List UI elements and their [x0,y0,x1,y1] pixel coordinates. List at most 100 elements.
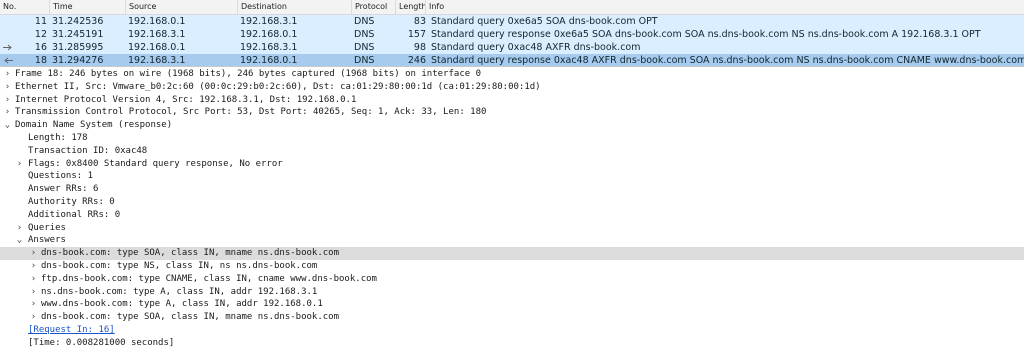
wireshark-window: No. Time Source Destination Protocol Len… [0,0,1024,354]
chevron-right-icon[interactable]: › [29,273,38,286]
tree-node-dns-length[interactable]: Length: 178 [0,132,1024,145]
tree-node-frame[interactable]: › Frame 18: 246 bytes on wire (1968 bits… [0,68,1024,81]
column-header-protocol[interactable]: Protocol [352,0,396,14]
chevron-right-icon[interactable]: › [15,222,24,235]
column-header-source[interactable]: Source [126,0,238,14]
tree-node-ethernet[interactable]: › Ethernet II, Src: Vmware_b0:2c:60 (00:… [0,81,1024,94]
tree-node-answer[interactable]: › www.dns-book.com: type A, class IN, ad… [0,298,1024,311]
tree-node-authority-rrs[interactable]: Authority RRs: 0 [0,196,1024,209]
column-header-no[interactable]: No. [0,0,50,14]
tree-node-answers[interactable]: ⌄ Answers [0,234,1024,247]
packet-length: 157 [407,29,426,40]
tree-node-label: Internet Protocol Version 4, Src: 192.16… [15,94,357,105]
packet-no: 11 [34,16,47,27]
packet-destination: 192.168.3.1 [240,16,298,27]
column-header-time[interactable]: Time [50,0,126,14]
packet-list: No. Time Source Destination Protocol Len… [0,0,1024,67]
chevron-right-icon[interactable]: › [29,286,38,299]
tree-node-queries[interactable]: › Queries [0,222,1024,235]
column-header-length[interactable]: Length [396,0,426,14]
tree-node-label: Transmission Control Protocol, Src Port:… [15,107,487,118]
chevron-right-icon[interactable]: › [29,247,38,260]
tree-node-answer[interactable]: › dns-book.com: type SOA, class IN, mnam… [0,247,1024,260]
tree-node-label: Transaction ID: 0xac48 [28,145,148,156]
chevron-right-icon[interactable]: › [3,81,12,94]
request-in-link[interactable]: [Request In: 16] [28,324,115,337]
tree-node-label: Ethernet II, Src: Vmware_b0:2c:60 (00:0c… [15,81,541,92]
packet-destination: 192.168.0.1 [240,55,298,66]
packet-info: Standard query response 0xe6a5 SOA dns-b… [431,29,981,40]
chevron-down-icon[interactable]: ⌄ [3,119,12,132]
packet-source: 192.168.0.1 [128,16,186,27]
tree-node-label: Answer RRs: 6 [28,184,99,195]
chevron-right-icon[interactable]: › [29,260,38,273]
tree-node-answer[interactable]: › ns.dns-book.com: type A, class IN, add… [0,286,1024,299]
tree-node-answer[interactable]: › dns-book.com: type NS, class IN, ns ns… [0,260,1024,273]
tree-node-label: Flags: 0x8400 Standard query response, N… [28,158,283,169]
tree-node-dns[interactable]: ⌄ Domain Name System (response) [0,119,1024,132]
packet-destination: 192.168.0.1 [240,29,298,40]
tree-node-flags[interactable]: › Flags: 0x8400 Standard query response,… [0,158,1024,171]
tree-node-questions[interactable]: Questions: 1 [0,170,1024,183]
packet-time: 31.245191 [52,29,104,40]
tree-node-label: Frame 18: 246 bytes on wire (1968 bits),… [15,69,481,79]
column-header-destination[interactable]: Destination [238,0,352,14]
column-header-info[interactable]: Info [426,0,1024,14]
tree-node-answer[interactable]: › dns-book.com: type SOA, class IN, mnam… [0,311,1024,324]
chevron-right-icon[interactable]: › [15,158,24,171]
tree-node-request-in[interactable]: [Request In: 16] [0,324,1024,337]
tree-node-label: dns-book.com: type SOA, class IN, mname … [41,312,340,323]
tree-node-tcp[interactable]: › Transmission Control Protocol, Src Por… [0,106,1024,119]
packet-no: 18 [34,55,47,66]
packet-row-selected[interactable]: 18 31.294276 192.168.3.1 192.168.0.1 DNS… [0,54,1024,66]
packet-info: Standard query 0xac48 AXFR dns-book.com [431,42,641,53]
packet-length: 83 [413,16,426,27]
packet-row[interactable]: 16 31.285995 192.168.0.1 192.168.3.1 DNS… [0,41,1024,54]
chevron-right-icon[interactable]: › [3,94,12,107]
tree-node-time[interactable]: [Time: 0.008281000 seconds] [0,337,1024,350]
packet-protocol: DNS [354,42,375,53]
chevron-right-icon[interactable]: › [29,311,38,324]
tree-node-answer[interactable]: › ftp.dns-book.com: type CNAME, class IN… [0,273,1024,286]
packet-list-header: No. Time Source Destination Protocol Len… [0,0,1024,15]
tree-node-additional-rrs[interactable]: Additional RRs: 0 [0,209,1024,222]
tree-node-label: ftp.dns-book.com: type CNAME, class IN, … [41,273,377,284]
packet-protocol: DNS [354,55,375,66]
packet-source: 192.168.0.1 [128,42,186,53]
packet-protocol: DNS [354,29,375,40]
packet-info: Standard query response 0xac48 AXFR dns-… [431,55,1024,66]
tree-node-label: dns-book.com: type NS, class IN, ns ns.d… [41,260,318,271]
packet-time: 31.285995 [52,42,104,53]
tree-node-label: Questions: 1 [28,171,94,182]
tree-node-label: Answers [28,235,66,246]
chevron-right-icon[interactable]: › [3,68,12,81]
tree-node-label: Domain Name System (response) [15,120,173,131]
packet-row[interactable]: 11 31.242536 192.168.0.1 192.168.3.1 DNS… [0,15,1024,28]
packet-row[interactable]: 12 31.245191 192.168.3.1 192.168.0.1 DNS… [0,28,1024,41]
chevron-down-icon[interactable]: ⌄ [15,234,24,247]
tree-node-label: ns.dns-book.com: type A, class IN, addr … [41,286,318,297]
tree-node-answer-rrs[interactable]: Answer RRs: 6 [0,183,1024,196]
tree-node-label: dns-book.com: type SOA, class IN, mname … [41,248,340,259]
packet-no: 12 [34,29,47,40]
packet-length: 98 [413,42,426,53]
tree-node-label: Queries [28,222,66,233]
tree-node-ip[interactable]: › Internet Protocol Version 4, Src: 192.… [0,94,1024,107]
tree-node-label: [Time: 0.008281000 seconds] [28,337,175,348]
packet-time: 31.242536 [52,16,104,27]
packet-protocol: DNS [354,16,375,27]
tree-node-transaction-id[interactable]: Transaction ID: 0xac48 [0,145,1024,158]
tree-node-label: Authority RRs: 0 [28,196,115,207]
packet-info: Standard query 0xe6a5 SOA dns-book.com O… [431,16,658,27]
chevron-right-icon[interactable]: › [3,106,12,119]
tree-node-label: www.dns-book.com: type A, class IN, addr… [41,299,323,310]
packet-length: 246 [407,55,426,66]
packet-details-tree: › Frame 18: 246 bytes on wire (1968 bits… [0,68,1024,354]
packet-time: 31.294276 [52,55,104,66]
chevron-right-icon[interactable]: › [29,298,38,311]
packet-source: 192.168.3.1 [128,55,186,66]
tree-node-label: Length: 178 [28,132,88,143]
packet-destination: 192.168.3.1 [240,42,298,53]
tree-node-label: Additional RRs: 0 [28,209,121,220]
packet-source: 192.168.3.1 [128,29,186,40]
